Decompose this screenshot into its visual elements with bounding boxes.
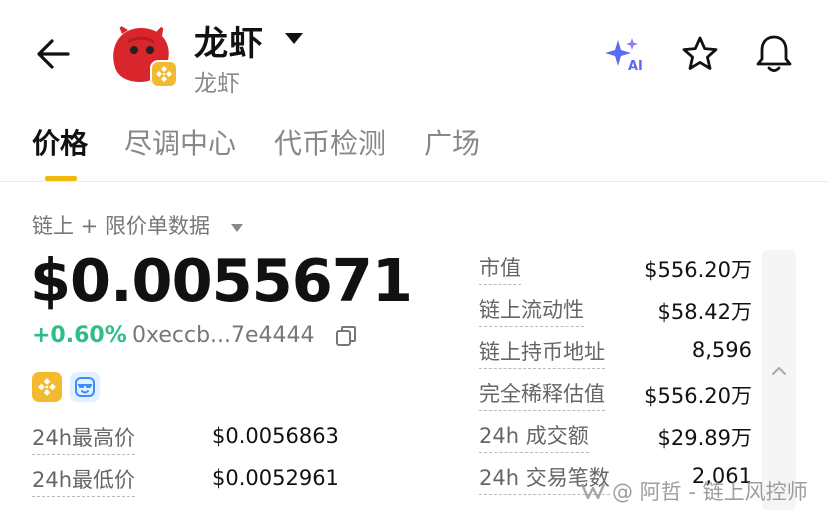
- fdv-label[interactable]: 完全稀释估值: [479, 378, 605, 411]
- back-button[interactable]: [34, 34, 74, 74]
- market-cap-value: $556.20万: [644, 258, 752, 282]
- market-cap-label[interactable]: 市值: [479, 252, 521, 285]
- bnb-chain-badge: [150, 60, 178, 88]
- high-24h-value: $0.0056863: [212, 424, 339, 448]
- tabs-divider: [0, 181, 828, 182]
- price-change: +0.60%: [32, 323, 127, 348]
- volume-24h-value: $29.89万: [657, 426, 752, 450]
- caret-down-icon[interactable]: [230, 218, 244, 232]
- scroll-up-button[interactable]: [768, 360, 790, 382]
- contract-address[interactable]: 0xeccb...7e4444: [132, 323, 315, 348]
- holders-label[interactable]: 链上持币地址: [479, 336, 605, 369]
- low-24h-value: $0.0052961: [212, 466, 339, 490]
- volume-24h-label[interactable]: 24h 成交额: [479, 420, 589, 453]
- caret-down-icon[interactable]: [284, 30, 304, 44]
- holders-value: 8,596: [691, 338, 752, 362]
- copy-icon: [336, 326, 356, 346]
- watermark-text: @ 阿哲 - 链上风控师: [612, 480, 808, 504]
- chevron-up-icon: [772, 367, 786, 375]
- fdv-value: $556.20万: [644, 384, 752, 408]
- data-source-selector[interactable]: 链上 + 限价单数据: [32, 210, 210, 240]
- tab-due-diligence[interactable]: 尽调中心: [124, 122, 236, 162]
- token-name: 龙虾: [194, 24, 264, 64]
- tab-square[interactable]: 广场: [424, 122, 480, 162]
- bnb-chain-tag[interactable]: [32, 372, 62, 402]
- bell-icon: [756, 35, 792, 72]
- watermark: @ 阿哲 - 链上风控师: [580, 476, 808, 506]
- ai-sparkle-icon: AI: [605, 38, 643, 74]
- low-24h-label[interactable]: 24h最低价: [32, 464, 136, 497]
- bnb-icon: [156, 66, 172, 82]
- current-price: $0.0055671: [30, 246, 413, 315]
- wechat-channel-icon: [580, 483, 606, 500]
- high-24h-label[interactable]: 24h最高价: [32, 422, 136, 455]
- bnb-icon: [38, 378, 56, 396]
- tab-token-check[interactable]: 代币检测: [274, 122, 386, 162]
- alerts-button[interactable]: [754, 32, 794, 74]
- tab-price[interactable]: 价格: [32, 122, 88, 162]
- meme-tag[interactable]: [70, 372, 100, 402]
- copy-address-button[interactable]: [334, 324, 358, 348]
- arrow-left-icon: [37, 39, 70, 69]
- favorite-button[interactable]: [680, 34, 720, 74]
- liquidity-value: $58.42万: [657, 300, 752, 324]
- ai-badge-text: AI: [628, 59, 643, 74]
- star-icon: [682, 36, 718, 70]
- ai-button[interactable]: AI: [604, 36, 648, 74]
- sunglasses-face-icon: [75, 377, 95, 397]
- token-avatar: [108, 20, 180, 92]
- token-subtitle: 龙虾: [194, 71, 240, 97]
- liquidity-label[interactable]: 链上流动性: [479, 294, 584, 327]
